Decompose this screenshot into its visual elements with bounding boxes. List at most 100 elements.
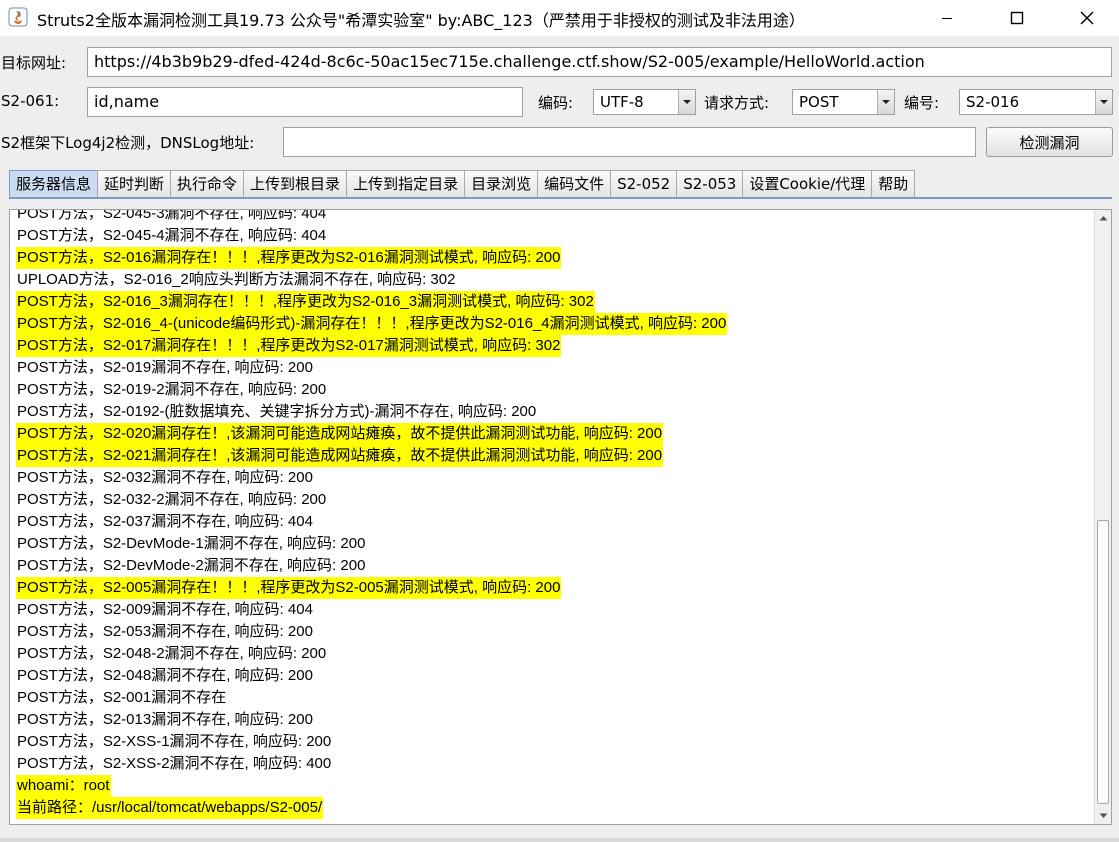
log-line: POST方法，S2-009漏洞不存在, 响应码: 404 — [16, 599, 1086, 621]
vertical-scrollbar[interactable] — [1094, 210, 1111, 824]
encoding-value: UTF-8 — [600, 93, 644, 111]
log-line-text: POST方法，S2-XSS-2漏洞不存在, 响应码: 400 — [17, 755, 332, 772]
method-select[interactable]: POST — [792, 89, 895, 115]
scrollbar-thumb[interactable] — [1097, 520, 1109, 804]
maximize-icon — [1010, 11, 1024, 25]
log-line: POST方法，S2-001漏洞不存在 — [16, 687, 1086, 709]
log-line-text: POST方法，S2-DevMode-1漏洞不存在, 响应码: 200 — [17, 535, 366, 552]
encoding-label: 编码: — [538, 94, 574, 112]
log-line: POST方法，S2-013漏洞不存在, 响应码: 200 — [16, 709, 1086, 731]
tab-delay-check[interactable]: 延时判断 — [97, 170, 172, 198]
scroll-down-icon[interactable] — [1095, 808, 1111, 824]
log-line: POST方法，S2-017漏洞存在！！！,程序更改为S2-017漏洞测试模式, … — [16, 335, 1086, 357]
log-line: POST方法，S2-048漏洞不存在, 响应码: 200 — [16, 665, 1086, 687]
tab-exec-command[interactable]: 执行命令 — [170, 170, 245, 198]
tab-upload-dir[interactable]: 上传到指定目录 — [346, 170, 466, 198]
log-line-text: POST方法，S2-019-2漏洞不存在, 响应码: 200 — [17, 381, 327, 398]
title-bar: Struts2全版本漏洞检测工具19.73 公众号"希潭实验室" by:ABC_… — [0, 0, 1119, 36]
tab-divider — [9, 197, 1112, 199]
tab-server-info[interactable]: 服务器信息 — [9, 170, 99, 198]
tab-upload-root[interactable]: 上传到根目录 — [243, 170, 348, 198]
number-select[interactable]: S2-016 — [959, 89, 1113, 115]
s2-061-label: S2-061: — [1, 92, 60, 110]
log-line: POST方法，S2-020漏洞存在！,该漏洞可能造成网站瘫痪，故不提供此漏洞测试… — [16, 423, 1086, 445]
log-line-text: UPLOAD方法，S2-016_2响应头判断方法漏洞不存在, 响应码: 302 — [17, 271, 456, 288]
log-line: POST方法，S2-037漏洞不存在, 响应码: 404 — [16, 511, 1086, 533]
log-line-text: POST方法，S2-048-2漏洞不存在, 响应码: 200 — [17, 645, 327, 662]
scroll-up-icon[interactable] — [1095, 210, 1111, 226]
log-line-text: POST方法，S2-037漏洞不存在, 响应码: 404 — [17, 513, 313, 530]
log-line-text: POST方法，S2-045-4漏洞不存在, 响应码: 404 — [17, 227, 327, 244]
log-line: POST方法，S2-016_4-(unicode编码形式)-漏洞存在！！！,程序… — [16, 313, 1086, 335]
log-line: POST方法，S2-021漏洞存在！,该漏洞可能造成网站瘫痪，故不提供此漏洞测试… — [16, 445, 1086, 467]
log-output-panel[interactable]: POST方法，S2-045-3漏洞不存在, 响应码: 404 POST方法，S2-… — [9, 209, 1112, 825]
log-line-text: POST方法，S2-048漏洞不存在, 响应码: 200 — [17, 667, 313, 684]
log-line-text: POST方法，S2-032漏洞不存在, 响应码: 200 — [17, 469, 313, 486]
log-line-text: POST方法，S2-001漏洞不存在 — [17, 689, 227, 706]
number-label: 编号: — [904, 94, 940, 112]
log-line: POST方法，S2-045-4漏洞不存在, 响应码: 404 — [16, 225, 1086, 247]
chevron-down-icon[interactable] — [877, 90, 894, 114]
log-line: whoami：root — [16, 775, 1086, 797]
target-url-label: 目标网址: — [1, 54, 67, 72]
log-line-text: POST方法，S2-053漏洞不存在, 响应码: 200 — [17, 623, 313, 640]
log-line-text: POST方法，S2-DevMode-2漏洞不存在, 响应码: 200 — [17, 557, 366, 574]
s2-061-input[interactable]: id,name — [87, 87, 523, 117]
minimize-icon — [942, 18, 952, 19]
log-line: POST方法，S2-005漏洞存在！！！,程序更改为S2-005漏洞测试模式, … — [16, 577, 1086, 599]
log-line: POST方法，S2-016漏洞存在！！！,程序更改为S2-016漏洞测试模式, … — [16, 247, 1086, 269]
minimize-button[interactable] — [924, 0, 970, 36]
java-app-icon — [8, 7, 28, 27]
log-line: POST方法，S2-048-2漏洞不存在, 响应码: 200 — [16, 643, 1086, 665]
log-line: POST方法，S2-019-2漏洞不存在, 响应码: 200 — [16, 379, 1086, 401]
log-line-text: POST方法，S2-005漏洞存在！！！,程序更改为S2-005漏洞测试模式, … — [16, 577, 562, 599]
log-line-text: POST方法，S2-0192-(脏数据填充、关键字拆分方式)-漏洞不存在, 响应… — [17, 403, 537, 420]
log-line-text: POST方法，S2-013漏洞不存在, 响应码: 200 — [17, 711, 313, 728]
close-icon — [1080, 11, 1094, 25]
log-line: POST方法，S2-019漏洞不存在, 响应码: 200 — [16, 357, 1086, 379]
log-line: POST方法，S2-XSS-2漏洞不存在, 响应码: 400 — [16, 753, 1086, 775]
window-title: Struts2全版本漏洞检测工具19.73 公众号"希潭实验室" by:ABC_… — [37, 11, 805, 30]
log-line-text: POST方法，S2-032-2漏洞不存在, 响应码: 200 — [17, 491, 327, 508]
chevron-down-icon[interactable] — [678, 90, 695, 114]
log-line-text: POST方法，S2-009漏洞不存在, 响应码: 404 — [17, 601, 313, 618]
tab-encode-file[interactable]: 编码文件 — [537, 170, 612, 198]
log-line: UPLOAD方法，S2-016_2响应头判断方法漏洞不存在, 响应码: 302 — [16, 269, 1086, 291]
log-line: POST方法，S2-016_3漏洞存在！！！,程序更改为S2-016_3漏洞测试… — [16, 291, 1086, 313]
dnslog-label: S2框架下Log4j2检测，DNSLog地址: — [1, 134, 255, 152]
tab-cookie-proxy[interactable]: 设置Cookie/代理 — [742, 170, 873, 198]
method-value: POST — [799, 93, 839, 111]
log-line-text: POST方法，S2-021漏洞存在！,该漏洞可能造成网站瘫痪，故不提供此漏洞测试… — [16, 445, 664, 467]
log-line: POST方法，S2-053漏洞不存在, 响应码: 200 — [16, 621, 1086, 643]
log-line-text: POST方法，S2-016_3漏洞存在！！！,程序更改为S2-016_3漏洞测试… — [16, 291, 595, 313]
log-line: POST方法，S2-032漏洞不存在, 响应码: 200 — [16, 467, 1086, 489]
tab-s2-053[interactable]: S2-053 — [676, 170, 744, 198]
log-line: POST方法，S2-XSS-1漏洞不存在, 响应码: 200 — [16, 731, 1086, 753]
log-line-text: POST方法，S2-017漏洞存在！！！,程序更改为S2-017漏洞测试模式, … — [16, 335, 562, 357]
tab-bar: 服务器信息 延时判断 执行命令 上传到根目录 上传到指定目录 目录浏览 编码文件… — [9, 168, 916, 198]
chevron-down-icon[interactable] — [1095, 90, 1112, 114]
log-line: POST方法，S2-032-2漏洞不存在, 响应码: 200 — [16, 489, 1086, 511]
target-url-input[interactable]: https://4b3b9b29-dfed-424d-8c6c-50ac15ec… — [87, 47, 1112, 77]
maximize-button[interactable] — [994, 0, 1040, 36]
log-lines: POST方法，S2-045-3漏洞不存在, 响应码: 404 POST方法，S2-… — [16, 209, 1086, 819]
log-line: POST方法，S2-0192-(脏数据填充、关键字拆分方式)-漏洞不存在, 响应… — [16, 401, 1086, 423]
close-button[interactable] — [1064, 0, 1110, 36]
log-line: POST方法，S2-DevMode-1漏洞不存在, 响应码: 200 — [16, 533, 1086, 555]
log-line-text: POST方法，S2-016漏洞存在！！！,程序更改为S2-016漏洞测试模式, … — [16, 247, 562, 269]
encoding-select[interactable]: UTF-8 — [593, 89, 696, 115]
log-line-text: POST方法，S2-XSS-1漏洞不存在, 响应码: 200 — [17, 733, 332, 750]
log-line-text: POST方法，S2-016_4-(unicode编码形式)-漏洞存在！！！,程序… — [16, 313, 728, 335]
tab-help[interactable]: 帮助 — [871, 170, 916, 198]
log-line: POST方法，S2-DevMode-2漏洞不存在, 响应码: 200 — [16, 555, 1086, 577]
log-line-text: POST方法，S2-045-3漏洞不存在, 响应码: 404 — [17, 209, 327, 222]
method-label: 请求方式: — [704, 94, 770, 112]
log-line-text: 当前路径：/usr/local/tomcat/webapps/S2-005/ — [16, 797, 324, 819]
tab-s2-052[interactable]: S2-052 — [610, 170, 678, 198]
log-line: POST方法，S2-045-3漏洞不存在, 响应码: 404 — [16, 209, 1086, 225]
number-value: S2-016 — [966, 93, 1020, 111]
dnslog-input[interactable] — [283, 127, 976, 157]
log-line-text: POST方法，S2-019漏洞不存在, 响应码: 200 — [17, 359, 313, 376]
detect-vuln-button[interactable]: 检测漏洞 — [986, 127, 1113, 157]
tab-dir-browse[interactable]: 目录浏览 — [464, 170, 539, 198]
